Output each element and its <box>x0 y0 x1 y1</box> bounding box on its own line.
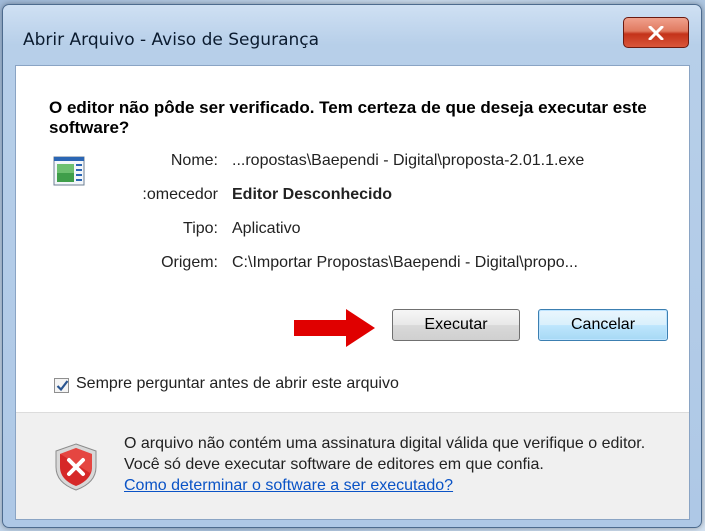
type-label: Tipo: <box>183 220 218 237</box>
cancel-button[interactable]: Cancelar <box>538 309 668 341</box>
origin-value: C:\Importar Propostas\Baependi - Digital… <box>232 254 578 271</box>
name-value: ...ropostas\Baependi - Digital\proposta-… <box>232 152 585 169</box>
publisher-value: Editor Desconhecido <box>232 186 393 203</box>
name-label: Nome: <box>170 152 218 169</box>
origin-label: Origem: <box>161 254 218 271</box>
dialog-content: O editor não pôde ser verificado. Tem ce… <box>15 65 690 520</box>
security-shield-error-icon <box>55 443 97 491</box>
warning-footer: O arquivo não contém uma assinatura digi… <box>16 413 689 519</box>
warning-heading: O editor não pôde ser verificado. Tem ce… <box>49 98 647 137</box>
publisher-label: omecedor: <box>142 186 218 203</box>
close-button[interactable] <box>623 17 689 48</box>
type-value: Aplicativo <box>232 220 301 237</box>
checkmark-icon <box>56 380 69 392</box>
dialog-title: Abrir Arquivo - Aviso de Segurança <box>23 30 320 50</box>
run-button[interactable]: Executar <box>392 309 520 341</box>
always-ask-checkbox[interactable] <box>54 378 69 393</box>
red-arrow-icon <box>294 309 375 347</box>
always-ask-label: Sempre perguntar antes de abrir este arq… <box>76 375 399 392</box>
warning-message: O arquivo não contém uma assinatura digi… <box>124 435 646 473</box>
security-warning-dialog: Abrir Arquivo - Aviso de Segurança O edi… <box>2 4 702 528</box>
help-link[interactable]: Como determinar o software a ser executa… <box>124 475 453 496</box>
warning-text-block: O arquivo não contém uma assinatura digi… <box>124 433 684 496</box>
close-icon <box>648 25 664 40</box>
